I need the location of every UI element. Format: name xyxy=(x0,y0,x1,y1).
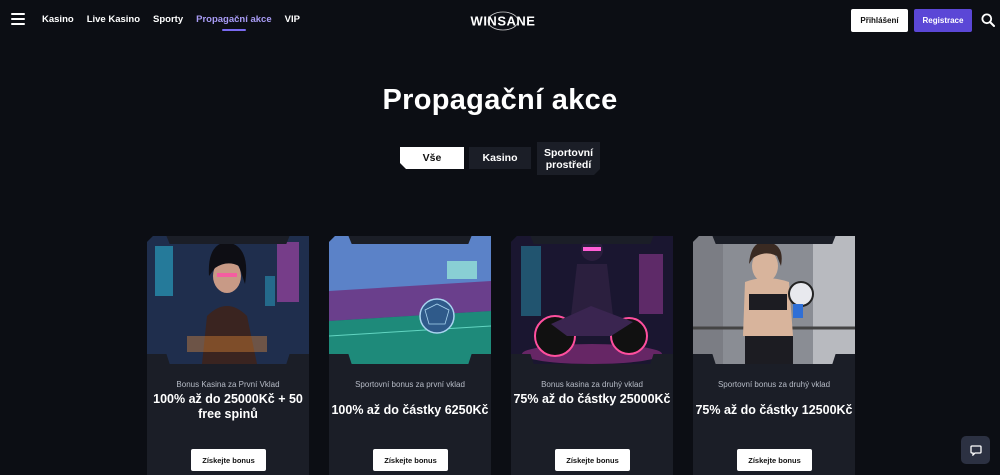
tab-all[interactable]: Vše xyxy=(400,147,464,169)
get-bonus-button[interactable]: Získejte bonus xyxy=(191,449,266,471)
nav-sporty[interactable]: Sporty xyxy=(153,14,183,25)
logo-text: WINSANE xyxy=(471,14,536,29)
promo-title: 75% až do částky 12500Kč xyxy=(695,403,853,417)
promo-image-cyberpunk-woman xyxy=(147,236,309,364)
promo-image-football-stadium xyxy=(329,236,491,364)
promo-image-motorcycle-rider xyxy=(511,236,673,364)
get-bonus-button[interactable]: Získejte bonus xyxy=(737,449,812,471)
promo-title: 100% až do částky 6250Kč xyxy=(331,403,489,417)
promo-subtitle: Sportovní bonus za první vklad xyxy=(355,380,465,389)
promo-card-sport-second-deposit: Sportovní bonus za druhý vklad 75% až do… xyxy=(693,236,855,475)
tab-sport[interactable]: Sportovní prostředí xyxy=(537,142,600,175)
get-bonus-button[interactable]: Získejte bonus xyxy=(373,449,448,471)
promo-card-sport-first-deposit: Sportovní bonus za první vklad 100% až d… xyxy=(329,236,491,475)
tab-sport-label: Sportovní prostředí xyxy=(544,146,593,171)
promo-card-casino-first-deposit: Bonus Kasina za První Vklad 100% až do 2… xyxy=(147,236,309,475)
promo-subtitle: Bonus kasina za druhý vklad xyxy=(541,380,643,389)
chat-icon xyxy=(969,445,982,456)
menu-icon[interactable] xyxy=(11,13,25,25)
register-button[interactable]: Registrace xyxy=(914,9,972,32)
nav-live-kasino[interactable]: Live Kasino xyxy=(87,14,140,25)
header: Kasino Live Kasino Sporty Propagační akc… xyxy=(0,0,1000,40)
promo-title: 75% až do částky 25000Kč xyxy=(513,392,671,406)
nav-promotions[interactable]: Propagační akce xyxy=(196,14,272,31)
promo-subtitle: Sportovní bonus za druhý vklad xyxy=(717,380,831,389)
promo-title: 100% až do 25000Kč + 50 free spinů xyxy=(153,392,303,421)
chat-button[interactable] xyxy=(961,436,990,464)
promo-card-casino-second-deposit: Bonus kasina za druhý vklad 75% až do čá… xyxy=(511,236,673,475)
logo[interactable]: WINSANE xyxy=(458,10,548,32)
page-title: Propagační akce xyxy=(382,84,618,116)
nav-kasino[interactable]: Kasino xyxy=(42,14,74,25)
nav-vip[interactable]: VIP xyxy=(285,14,300,25)
main-nav: Kasino Live Kasino Sporty Propagační akc… xyxy=(42,14,313,31)
login-button[interactable]: Přihlášení xyxy=(851,9,908,32)
search-icon[interactable] xyxy=(981,13,995,27)
promo-subtitle: Bonus Kasina za První Vklad xyxy=(176,380,280,389)
tab-casino[interactable]: Kasino xyxy=(469,147,531,169)
promo-image-boxer xyxy=(693,236,855,364)
get-bonus-button[interactable]: Získejte bonus xyxy=(555,449,630,471)
